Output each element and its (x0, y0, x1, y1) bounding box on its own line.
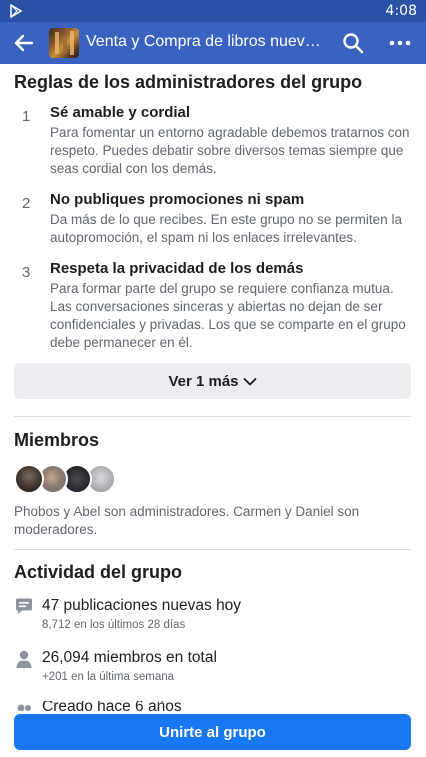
play-store-icon (10, 4, 23, 18)
see-more-rules-button[interactable]: Ver 1 más (14, 363, 411, 399)
group-about-content[interactable]: Reglas de los administradores del grupo … (0, 64, 426, 704)
join-footer: Creado hace 6 años Unirte al grupo (0, 701, 426, 757)
activity-stat-created-partial: Creado hace 6 años (14, 701, 314, 711)
avatar[interactable] (14, 464, 44, 494)
rules-title: Reglas de los administradores del grupo (14, 72, 363, 92)
stat-main: Creado hace 6 años (42, 701, 182, 711)
clock: 4:08 (385, 3, 417, 19)
rule-description: Da más de lo que recibes. En este grupo … (50, 212, 402, 245)
rule-number: 1 (22, 108, 31, 125)
rule-number: 3 (22, 264, 31, 281)
group-icon (17, 704, 31, 711)
rule-title: Respeta la privacidad de los demás (50, 260, 304, 277)
group-avatar[interactable] (49, 28, 79, 58)
stat-main: 47 publicaciones nuevas hoy (42, 597, 242, 614)
rule-title: No publiques promociones ni spam (50, 191, 305, 208)
activity-title: Actividad del grupo (14, 562, 183, 582)
app-bar: Venta y Compra de libros nuevos y usados (0, 22, 426, 64)
members-description: Phobos y Abel son administradores. Carme… (14, 504, 360, 537)
rule-description: Para formar parte del grupo se requiere … (50, 281, 406, 350)
person-icon (16, 650, 32, 668)
see-more-label: Ver 1 más (168, 372, 239, 390)
divider (14, 416, 411, 417)
search-icon[interactable] (341, 31, 365, 55)
stat-main: 26,094 miembros en total (42, 649, 217, 666)
status-bar: 4:08 (0, 0, 426, 22)
rule-description: Para fomentar un entorno agradable debem… (50, 125, 410, 176)
join-group-button[interactable]: Unirte al grupo (14, 714, 411, 750)
more-options-icon[interactable] (388, 31, 412, 55)
back-arrow-icon[interactable] (12, 31, 36, 55)
stat-sub: +201 en la última semana (42, 671, 175, 683)
stat-sub: 8,712 en los últimos 28 días (42, 619, 186, 631)
rule-title: Sé amable y cordial (50, 104, 191, 121)
rule-number: 2 (22, 195, 31, 212)
chevron-down-icon (243, 377, 256, 385)
posts-icon (16, 598, 32, 614)
divider (14, 549, 411, 550)
members-title: Miembros (14, 430, 100, 450)
group-title[interactable]: Venta y Compra de libros nuevos y usados (86, 33, 326, 51)
